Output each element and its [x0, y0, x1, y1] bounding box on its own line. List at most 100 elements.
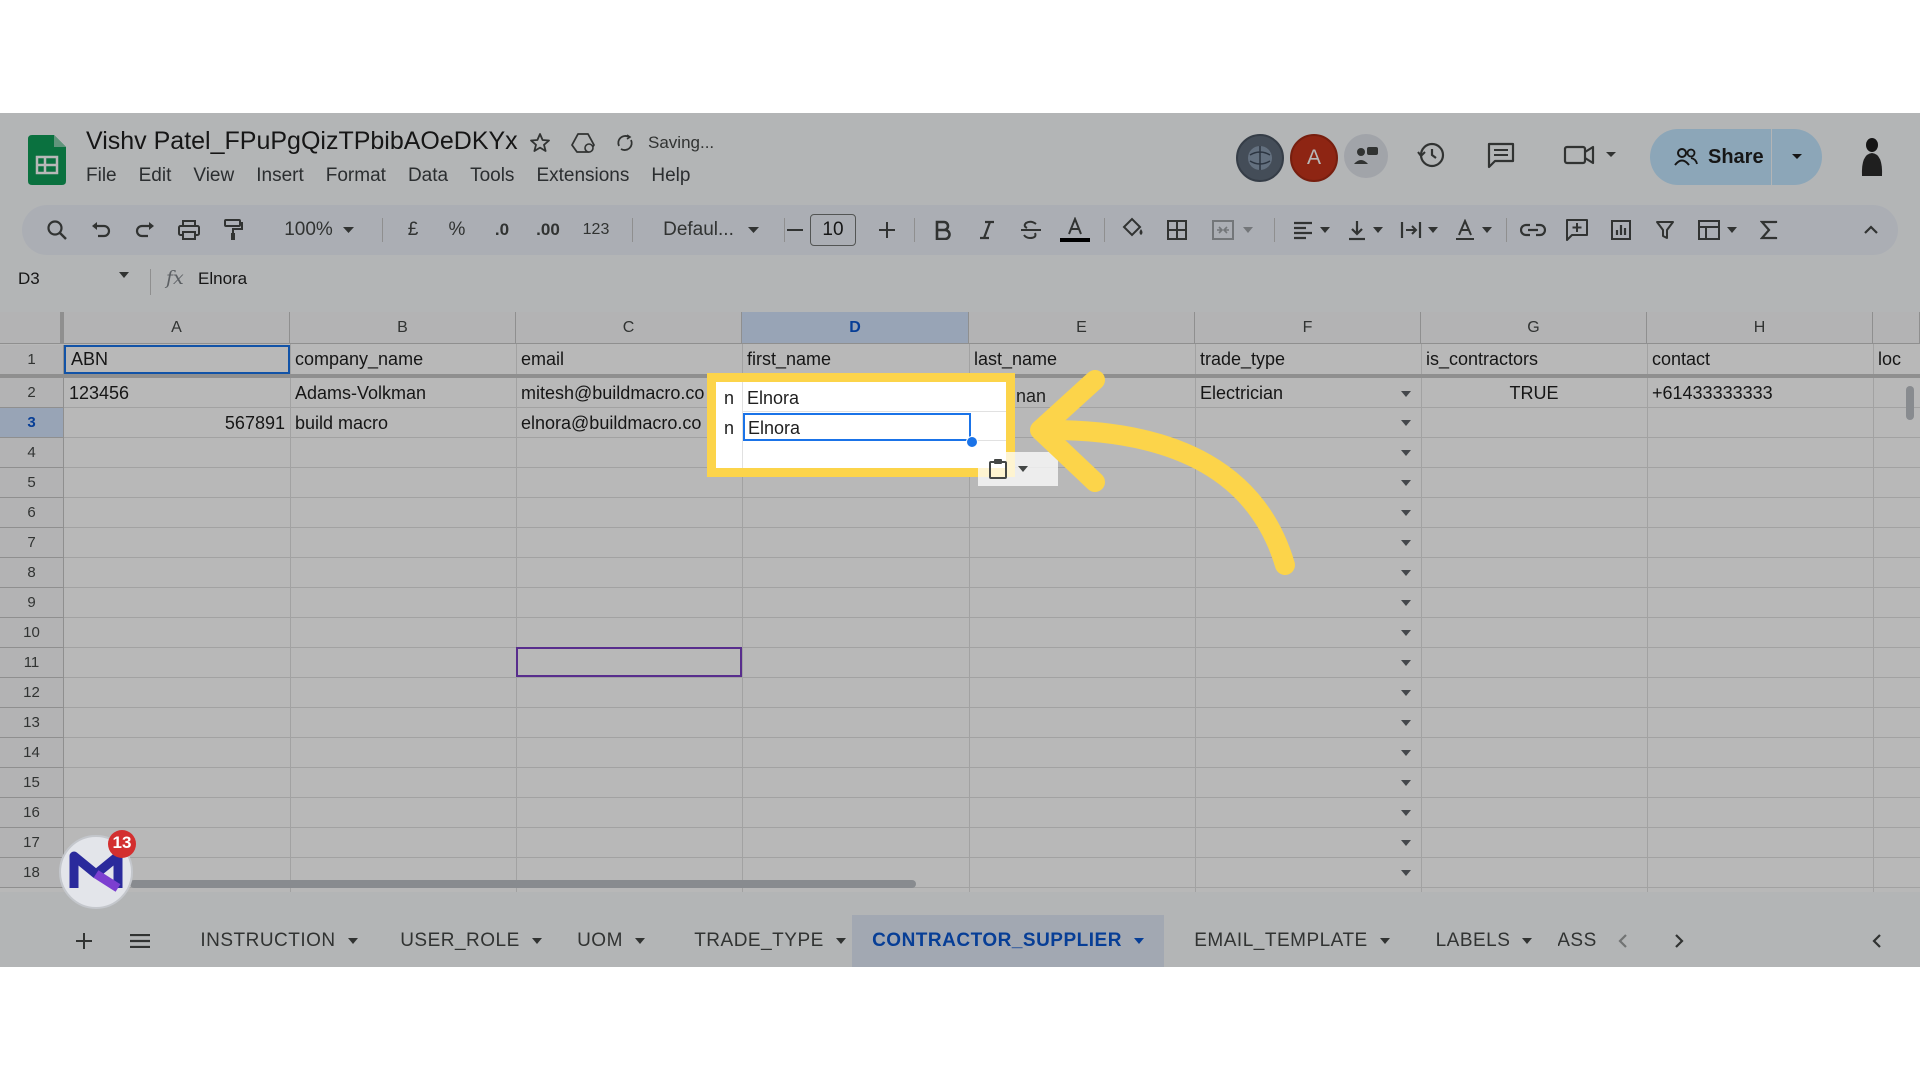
insert-comment-button[interactable]: [1562, 205, 1592, 255]
borders-button[interactable]: [1162, 205, 1192, 255]
dropdown-chevron-icon[interactable]: [1401, 630, 1411, 636]
account-avatar[interactable]: [1850, 134, 1894, 178]
row-header-6[interactable]: 6: [0, 498, 64, 528]
hide-menus-button[interactable]: [1856, 205, 1886, 255]
chevron-down-icon[interactable]: [634, 938, 645, 944]
cell-a2[interactable]: 123456: [64, 379, 290, 408]
dropdown-chevron-icon[interactable]: [1401, 450, 1411, 456]
dropdown-chevron-icon[interactable]: [1401, 391, 1411, 397]
row-header-13[interactable]: 13: [0, 708, 64, 738]
cell-b1[interactable]: company_name: [290, 345, 516, 374]
comments-button[interactable]: [1483, 137, 1519, 173]
horizontal-scrollbar[interactable]: [130, 880, 916, 888]
cell-c3[interactable]: elnora@buildmacro.co: [516, 409, 732, 438]
insert-chart-button[interactable]: [1606, 205, 1636, 255]
row-header-16[interactable]: 16: [0, 798, 64, 828]
fill-color-button[interactable]: [1118, 205, 1148, 255]
row-header-1[interactable]: 1: [0, 345, 64, 375]
dropdown-chevron-icon[interactable]: [1401, 810, 1411, 816]
row-header-8[interactable]: 8: [0, 558, 64, 588]
select-all-corner[interactable]: [0, 312, 64, 344]
sheet-tab-labels[interactable]: LABELS: [1410, 915, 1558, 967]
search-menus-button[interactable]: [42, 205, 72, 255]
vertical-scrollbar[interactable]: [1906, 386, 1914, 420]
move-to-drive-icon[interactable]: [570, 131, 596, 155]
cell-g1[interactable]: is_contractors: [1421, 345, 1647, 374]
cell-c1[interactable]: email: [516, 345, 742, 374]
create-filter-button[interactable]: [1650, 205, 1680, 255]
scroll-tabs-left-button[interactable]: [1618, 915, 1638, 967]
sheet-tab-user-role[interactable]: USER_ROLE: [384, 915, 558, 967]
share-button[interactable]: Share: [1650, 129, 1771, 185]
menu-edit[interactable]: Edit: [128, 165, 183, 187]
formula-input[interactable]: Elnora: [198, 269, 247, 289]
font-select[interactable]: Defaul...: [650, 205, 772, 255]
chevron-down-icon[interactable]: [835, 938, 846, 944]
version-history-button[interactable]: [1413, 137, 1449, 173]
cell-a1[interactable]: ABN: [64, 345, 290, 374]
italic-button[interactable]: [972, 205, 1002, 255]
column-header-d[interactable]: D: [742, 312, 969, 344]
menu-format[interactable]: Format: [315, 165, 397, 187]
dropdown-chevron-icon[interactable]: [1401, 750, 1411, 756]
horizontal-align-button[interactable]: [1288, 205, 1334, 255]
dropdown-chevron-icon[interactable]: [1401, 420, 1411, 426]
column-header-g[interactable]: G: [1421, 312, 1647, 344]
sheet-tab-uom[interactable]: UOM: [560, 915, 662, 967]
cell-a3[interactable]: 567891: [64, 409, 290, 438]
menu-view[interactable]: View: [182, 165, 245, 187]
star-icon[interactable]: [528, 131, 552, 155]
menu-file[interactable]: File: [86, 165, 128, 187]
sheet-tab-email-template[interactable]: EMAIL_TEMPLATE: [1178, 915, 1406, 967]
sheet-tab-trade-type[interactable]: TRADE_TYPE: [670, 915, 870, 967]
merge-cells-button[interactable]: [1202, 205, 1262, 255]
undo-button[interactable]: [86, 205, 116, 255]
menu-extensions[interactable]: Extensions: [525, 165, 640, 187]
dropdown-chevron-icon[interactable]: [1401, 600, 1411, 606]
dropdown-chevron-icon[interactable]: [1401, 660, 1411, 666]
row-header-2[interactable]: 2: [0, 378, 64, 408]
sheet-tab-ass[interactable]: ASS: [1558, 915, 1596, 967]
column-header-f[interactable]: F: [1195, 312, 1421, 344]
cell-b2[interactable]: Adams-Volkman: [290, 379, 516, 408]
row-header-11[interactable]: 11: [0, 648, 64, 678]
increase-font-size-button[interactable]: [874, 205, 900, 255]
paint-format-button[interactable]: [218, 205, 248, 255]
meet-button[interactable]: [1560, 137, 1620, 173]
column-header-e[interactable]: E: [969, 312, 1195, 344]
share-options-button[interactable]: [1772, 153, 1822, 161]
dropdown-chevron-icon[interactable]: [1401, 840, 1411, 846]
filter-views-button[interactable]: [1692, 205, 1742, 255]
row-header-14[interactable]: 14: [0, 738, 64, 768]
cell-i1[interactable]: loc: [1873, 345, 1920, 374]
cell-h1[interactable]: contact: [1647, 345, 1873, 374]
dropdown-chevron-icon[interactable]: [1401, 870, 1411, 876]
menu-insert[interactable]: Insert: [245, 165, 315, 187]
column-header-c[interactable]: C: [516, 312, 742, 344]
menu-help[interactable]: Help: [640, 165, 701, 187]
sheet-tab-contractor-supplier[interactable]: CONTRACTOR_SUPPLIER: [852, 915, 1164, 967]
dropdown-chevron-icon[interactable]: [1401, 480, 1411, 486]
cell-h2[interactable]: +61433333333: [1647, 379, 1873, 408]
cell-g2[interactable]: TRUE: [1421, 379, 1647, 408]
print-button[interactable]: [174, 205, 204, 255]
anonymous-viewers-button[interactable]: [1344, 134, 1388, 178]
sheet-tab-instruction[interactable]: INSTRUCTION: [186, 915, 372, 967]
document-title[interactable]: Vishv Patel_FPuPgQizTPbibAOeDKYx: [86, 127, 518, 156]
row-header-18[interactable]: 18: [0, 858, 64, 888]
cell-d3-active[interactable]: Elnora: [743, 413, 971, 441]
cell-c11-outline[interactable]: [516, 647, 742, 677]
all-sheets-button[interactable]: [130, 915, 156, 967]
row-header-3[interactable]: 3: [0, 408, 64, 438]
dropdown-chevron-icon[interactable]: [1401, 570, 1411, 576]
dropdown-chevron-icon[interactable]: [1401, 540, 1411, 546]
scroll-tabs-right-button[interactable]: [1674, 915, 1694, 967]
format-currency-button[interactable]: £: [398, 205, 428, 255]
chevron-down-icon[interactable]: [1133, 938, 1144, 944]
column-header-a[interactable]: A: [64, 312, 290, 344]
cell-d2[interactable]: Elnora: [747, 388, 799, 409]
row-header-7[interactable]: 7: [0, 528, 64, 558]
column-header-b[interactable]: B: [290, 312, 516, 344]
collaborator-avatar-a[interactable]: A: [1290, 134, 1338, 182]
row-header-5[interactable]: 5: [0, 468, 64, 498]
